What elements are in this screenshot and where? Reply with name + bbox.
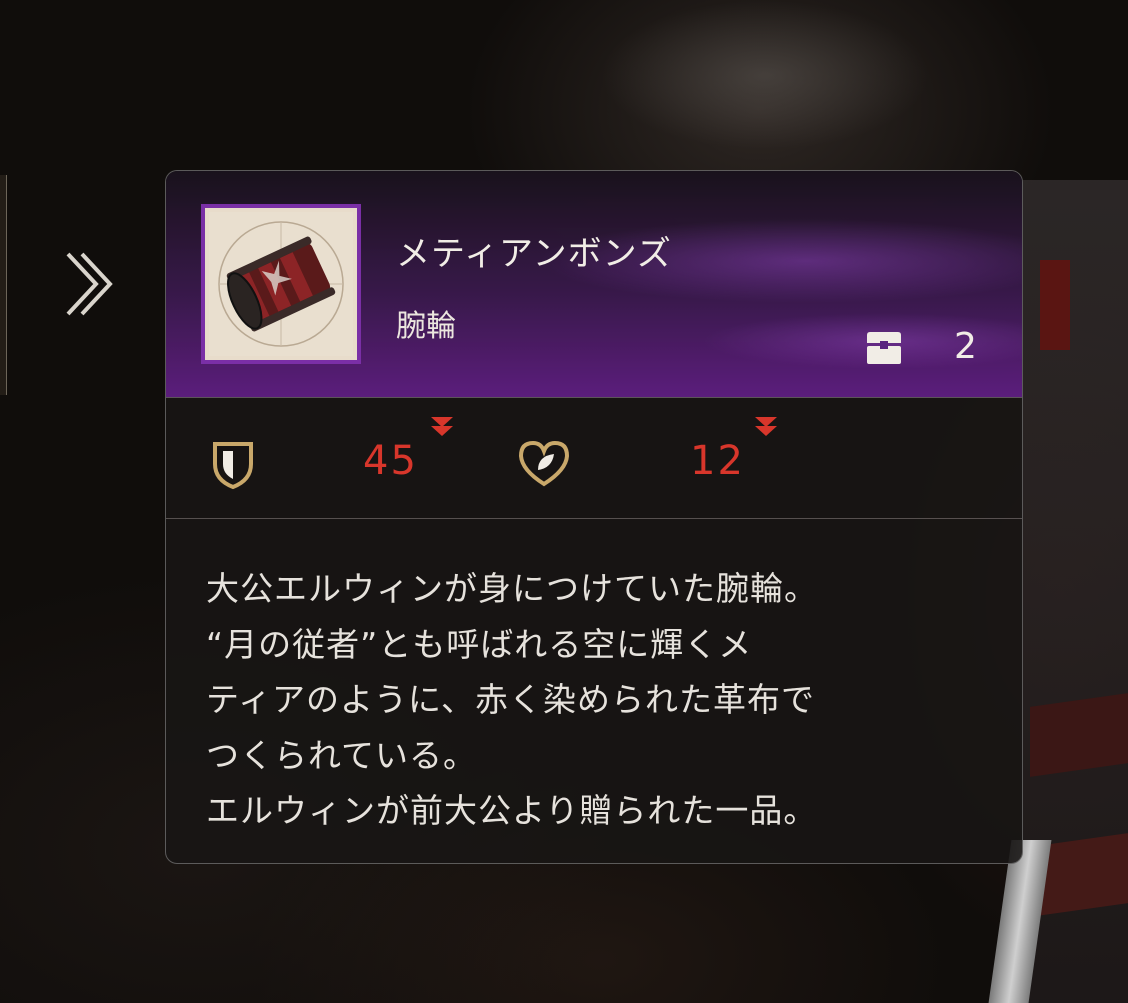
description-line: つくられている。 [206,735,478,775]
description-line: 大公エルウィンが身につけていた腕輪。 [206,569,818,608]
item-thumbnail [201,204,361,364]
heart-icon [516,438,572,492]
item-header: メティアンボンズ 腕輪 2 [166,171,1022,398]
description-line: ティアのように、赤く染められた革布で [206,680,816,719]
previous-panel-edge[interactable] [0,175,7,395]
item-type: 腕輪 [396,309,456,344]
bracelet-illustration [209,212,353,356]
item-name: メティアンボンズ [396,234,672,274]
description-line: “月の従者”とも呼ばれる空に輝くメ [206,624,753,664]
shield-icon [211,440,255,494]
chest-icon [864,331,904,369]
description-line: エルウィンが前大公より贈られた一品。 [206,791,818,830]
stats-row: 45 12 [166,398,1022,519]
owned-count: 2 [954,326,977,367]
item-description: 大公エルウィンが身につけていた腕輪。 “月の従者”とも呼ばれる空に輝くメ ティア… [206,561,996,839]
down-arrow-icon [753,415,779,443]
down-arrow-icon [429,415,455,443]
double-chevron-right-icon[interactable] [60,248,116,320]
defense-value: 45 [363,438,418,484]
hp-value: 12 [690,438,745,484]
background-character-hair [600,0,930,150]
item-detail-card: メティアンボンズ 腕輪 2 45 12 大公エルウィンが身につけていた腕輪。 “… [165,170,1023,864]
